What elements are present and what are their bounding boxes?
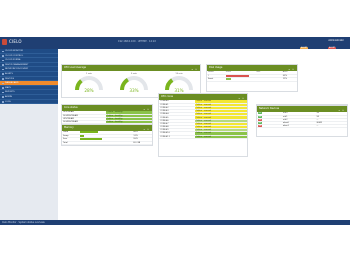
memory-panel-title: Memory ▾ ✕ — [62, 125, 152, 131]
sidebar-item-label: ADMIN — [5, 95, 12, 98]
sidebar-item-label: REPORTS — [5, 91, 15, 94]
memory-row: Total 8.0 GB — [62, 141, 152, 145]
cpu-load-title-text: CPU Load Average — [64, 66, 86, 69]
disk-row: /boot 11% — [207, 77, 297, 82]
disk-usage-bar — [225, 78, 231, 81]
bullet-icon — [2, 78, 4, 80]
disk-usage-cell — [224, 77, 282, 82]
sidebar-item-label: CLOUD MONITOR — [5, 50, 23, 52]
footer-bar — [0, 220, 350, 225]
gauge-fill — [165, 78, 174, 91]
cpu-core-status: Online · normal — [194, 135, 247, 139]
core-status-table: UPSTREAM Online · healthy DOWNSTREAM Online… — [62, 111, 152, 125]
panel-controls-icon[interactable]: ▾ ✕ — [192, 67, 198, 73]
disk-title-text: Disk Usage — [209, 66, 223, 69]
memory-usage-bar — [79, 131, 98, 134]
bullet-icon — [2, 59, 4, 62]
core-status-body: UPSTREAM Online · healthy DOWNSTREAM Online… — [62, 111, 152, 125]
network-table-body: UP eth0 1G UP eth1 1G DN eth2— UP wlan0 300M DN wlan… — [257, 112, 347, 129]
memory-bar-cell — [78, 141, 133, 145]
network-title-text: Network Devices — [259, 107, 280, 110]
sidebar: CLOUD MONITOR CLOUD CONTROL CLOUD PORTAL DE… — [0, 49, 58, 220]
bullet-icon — [2, 55, 4, 57]
memory-table-body: Used 45% Swap 12% Free 55% Total 8.0 GB — [62, 131, 152, 145]
network-panel-title: Network Devices ▾ ✕ — [257, 106, 347, 112]
bullet-icon — [2, 68, 4, 71]
panel-controls-icon[interactable]: ▾ ✕ — [339, 108, 345, 114]
panel-controls-icon[interactable]: ▾ ✕ — [239, 96, 245, 102]
bullet-icon — [2, 91, 4, 94]
memory-title-text: Memory — [64, 126, 74, 129]
panel-controls-icon[interactable]: ▾ ✕ — [289, 67, 295, 73]
bullet-icon — [2, 87, 4, 89]
sidebar-item-label: DEVICE MANAGEMENT — [5, 63, 29, 66]
top-bar — [0, 37, 350, 49]
cpu-cores-panel: CPU cores ▾ ✕ CORE#0 Online · normal CORE#… — [158, 93, 248, 157]
memory-table: Used 45% Swap 12% Free 55% Total 8.0 GB — [62, 131, 152, 145]
topbar-status-text: 192.168.0.100 · UPTIME · 14:22 — [118, 40, 156, 43]
core-status-panel: Core status ▾ ✕ UPSTREAM Online · healthy… — [61, 104, 153, 126]
network-status-badge: DN — [258, 118, 262, 121]
cpu-cores-panel-title: CPU cores ▾ ✕ — [159, 94, 247, 100]
cpu-cores-body: CORE#0 Online · normal CORE#1 Online · norm… — [159, 100, 247, 139]
cpu-load-panel-title: CPU Load Average ▾ ✕ — [62, 65, 200, 71]
network-status-badge: UP — [258, 115, 262, 118]
app-root: CIELO 192.168.0.100 · UPTIME · 14:22 Adm… — [0, 0, 350, 263]
bullet-icon — [2, 82, 4, 85]
disk-usage-bar — [225, 74, 250, 77]
sidebar-item-label: DEVICES — [5, 77, 15, 80]
network-status-badge: DN — [258, 125, 262, 128]
main-content: CPU Load Average ▾ ✕ 1 min 28% 5 min 33% 15 … — [58, 49, 350, 220]
disk-panel: Disk Usage ▾ ✕ Name Used Size Avail /52%/bo… — [206, 64, 298, 92]
bullet-icon — [2, 96, 4, 98]
sidebar-item-label: LOGS — [5, 100, 11, 103]
sidebar-item-label: ALERTS — [5, 72, 13, 75]
cpu-cores-table: CORE#0 Online · normal CORE#1 Online · norm… — [159, 100, 247, 139]
sidebar-item-label: CLOUD PORTAL — [5, 59, 21, 62]
sidebar-item-label: DASHBOARD — [5, 82, 19, 85]
bullet-icon — [2, 64, 4, 66]
panel-controls-icon[interactable]: ▾ ✕ — [144, 107, 150, 113]
gauge-fill — [75, 79, 83, 91]
cpu-core-row[interactable]: CORE#11 Online · normal — [159, 135, 247, 139]
disk-used-value: 11% — [281, 77, 297, 82]
network-row[interactable]: DN wlan1— — [257, 124, 347, 129]
memory-usage-bar — [79, 138, 102, 141]
footer-text: Cielo Monitor · System status overview — [2, 220, 45, 224]
brand-name: CIELO — [9, 39, 22, 44]
network-status-badge: UP — [258, 112, 262, 115]
user-label[interactable]: Administrator — [328, 39, 344, 42]
network-device-value: — — [315, 124, 347, 129]
bullet-icon — [2, 101, 4, 103]
memory-usage-bar — [79, 134, 85, 137]
network-status-cell: DN — [257, 124, 282, 129]
disk-panel-title: Disk Usage ▾ ✕ — [207, 65, 297, 71]
network-status-badge: UP — [258, 122, 262, 125]
sidebar-nav-list: CLOUD MONITOR CLOUD CONTROL CLOUD PORTAL DE… — [0, 49, 58, 105]
gauge: 1 min 28% — [70, 73, 108, 103]
network-panel: Network Devices ▾ ✕ UP eth0 1G UP eth1 1G DN et… — [256, 105, 348, 137]
bullet-icon — [2, 73, 4, 75]
disk-table: Name Used Size Avail /52%/boot 11% — [207, 71, 297, 82]
logo-icon — [2, 39, 7, 45]
sidebar-item-label: MAPS — [5, 86, 11, 89]
disk-table-body: /52%/boot 11% — [207, 74, 297, 82]
sidebar-item[interactable]: LOGS — [0, 99, 58, 105]
cpu-cores-title-text: CPU cores — [161, 95, 174, 98]
sidebar-item-label: CLOUD CONTROL — [5, 54, 24, 57]
bullet-icon — [2, 50, 4, 52]
cpu-core-name: CORE#11 — [159, 135, 195, 139]
disk-name: /boot — [207, 77, 225, 82]
network-device-name: wlan1 — [281, 124, 316, 129]
panel-controls-icon[interactable]: ▾ ✕ — [144, 127, 150, 133]
gauge: 5 min 33% — [115, 73, 153, 103]
memory-label: Total — [62, 141, 79, 145]
sidebar-item-label: NETWORK DISCOVERY — [5, 68, 29, 71]
core-status-title-text: Core status — [64, 106, 78, 109]
memory-value: 8.0 GB — [132, 141, 152, 145]
gauge-fill — [120, 77, 130, 91]
memory-panel: Memory ▾ ✕ Used 45% Swap 12% Free 55% Total 8.0… — [61, 124, 153, 146]
core-status-panel-title: Core status ▾ ✕ — [62, 105, 152, 111]
network-table: UP eth0 1G UP eth1 1G DN eth2— UP wlan0 300M DN wlan… — [257, 112, 347, 129]
